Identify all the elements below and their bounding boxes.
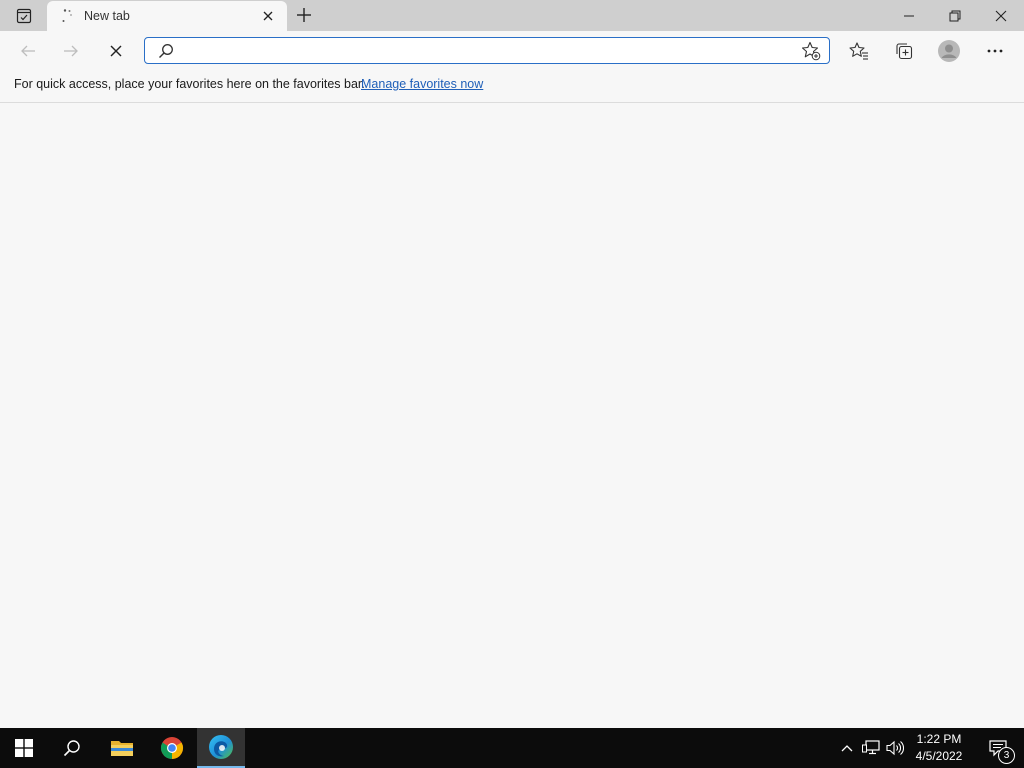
file-explorer-icon[interactable] <box>98 728 146 768</box>
taskbar: 1:22 PM 4/5/2022 3 <box>0 728 1024 768</box>
chrome-icon[interactable] <box>148 728 196 768</box>
taskbar-search-icon[interactable] <box>48 728 96 768</box>
notification-center-icon[interactable]: 3 <box>978 728 1018 768</box>
collections-icon[interactable] <box>891 39 917 63</box>
back-arrow-icon[interactable] <box>15 39 41 63</box>
close-tab-icon[interactable] <box>261 9 275 23</box>
loading-spinner-icon <box>60 8 76 24</box>
system-clock[interactable]: 1:22 PM 4/5/2022 <box>908 728 970 768</box>
forward-arrow-icon[interactable] <box>58 39 84 63</box>
minimize-button[interactable] <box>886 0 932 31</box>
search-icon <box>158 43 174 59</box>
volume-icon[interactable] <box>884 728 906 768</box>
browser-toolbar <box>0 31 1024 72</box>
tab-actions-icon[interactable] <box>9 7 39 25</box>
title-bar: New tab <box>0 0 1024 31</box>
network-icon[interactable] <box>860 728 882 768</box>
notification-count-badge: 3 <box>998 747 1015 764</box>
tab-new-tab[interactable]: New tab <box>47 1 287 31</box>
page-content <box>0 103 1024 728</box>
address-input[interactable] <box>181 40 795 62</box>
close-window-button[interactable] <box>978 0 1024 31</box>
new-tab-plus-icon[interactable] <box>295 6 313 24</box>
add-favorite-icon[interactable] <box>801 41 821 61</box>
favorites-bar-message: For quick access, place your favorites h… <box>14 77 365 91</box>
tab-title: New tab <box>84 9 130 23</box>
stop-icon[interactable] <box>103 39 129 63</box>
favorites-icon[interactable] <box>846 39 872 63</box>
manage-favorites-link[interactable]: Manage favorites now <box>361 77 483 91</box>
edge-icon[interactable] <box>197 728 245 768</box>
restore-button[interactable] <box>932 0 978 31</box>
chevron-up-icon[interactable] <box>837 728 857 768</box>
more-options-icon[interactable] <box>982 39 1008 63</box>
clock-time: 1:22 PM <box>916 732 962 746</box>
favorites-bar: For quick access, place your favorites h… <box>0 72 1024 103</box>
profile-avatar-icon[interactable] <box>936 39 962 63</box>
windows-start-icon[interactable] <box>0 728 48 768</box>
clock-date: 4/5/2022 <box>915 749 963 763</box>
address-bar[interactable] <box>144 37 830 64</box>
